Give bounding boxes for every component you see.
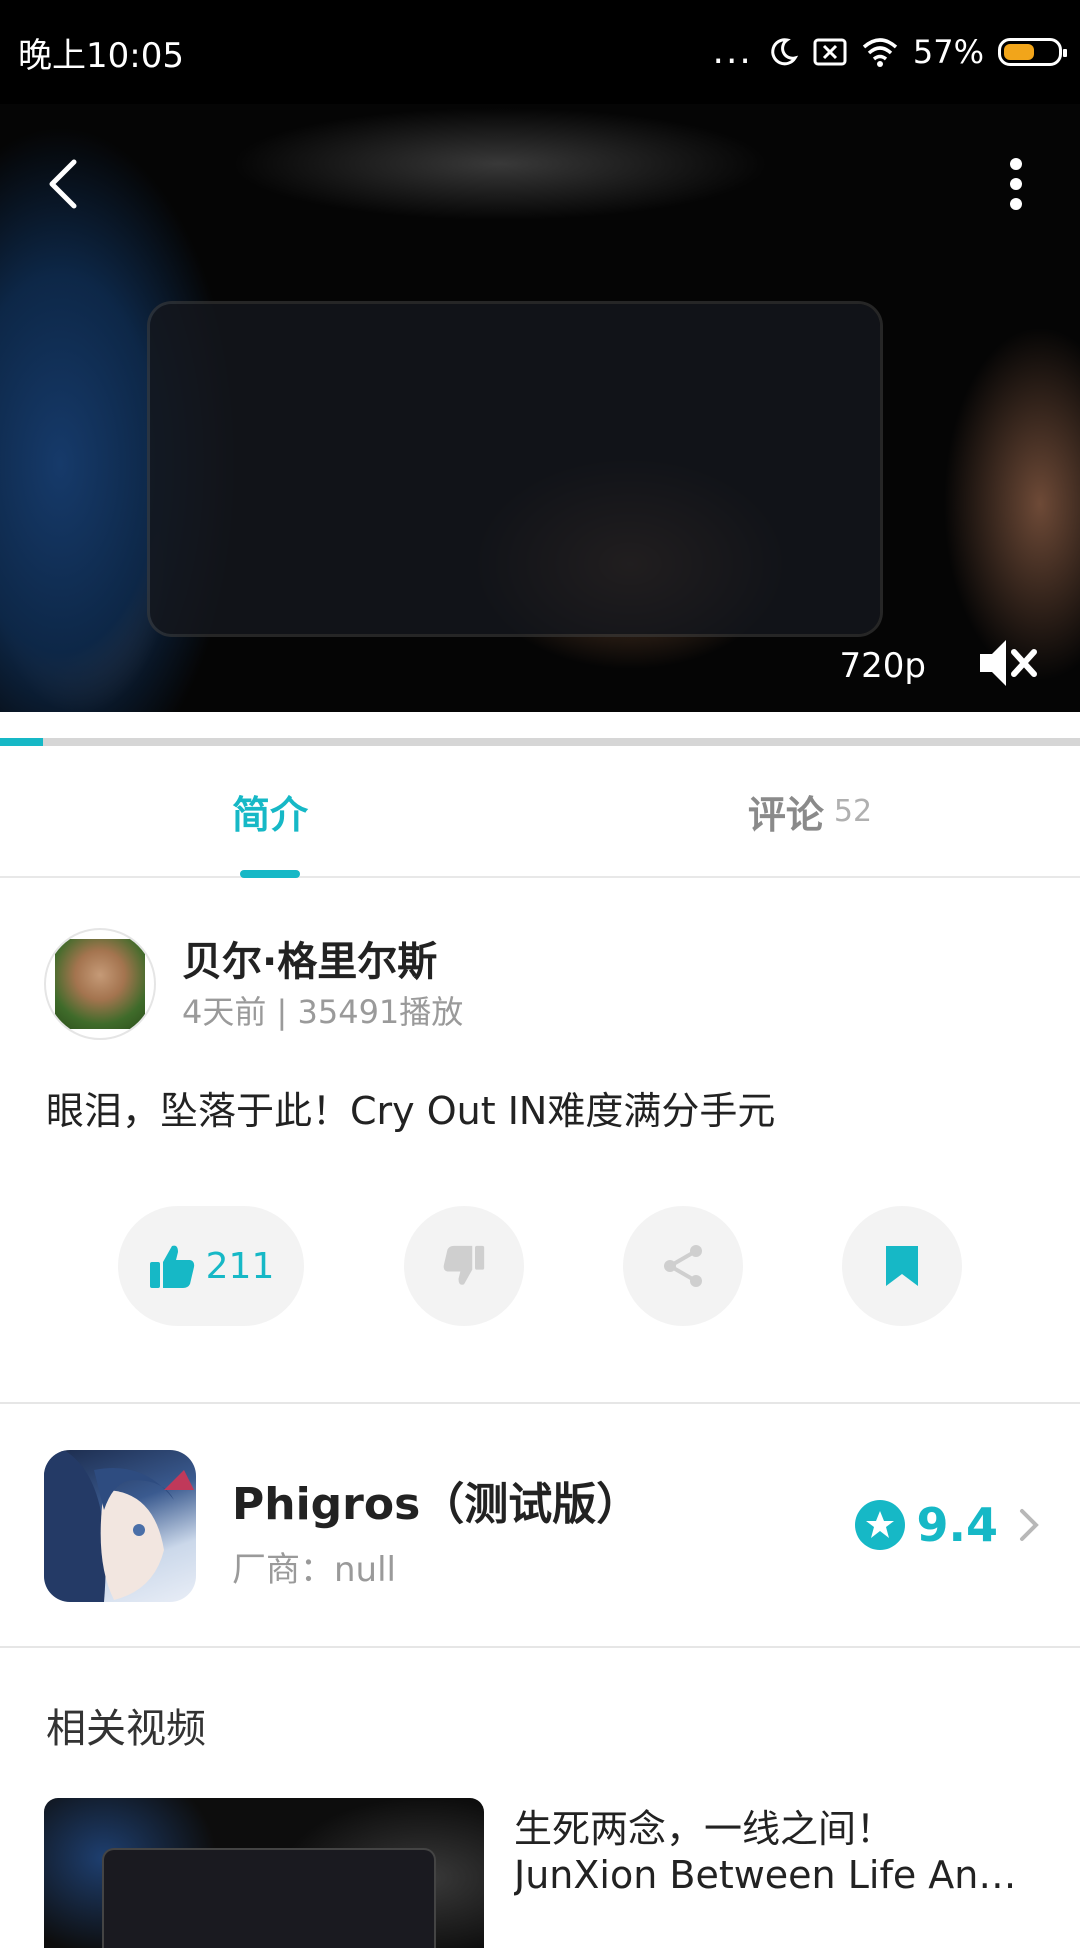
video-frame-content <box>150 304 880 634</box>
video-progress-bar[interactable] <box>0 738 1080 746</box>
video-title: 眼泪，坠落于此！Cry Out IN难度满分手元 <box>46 1089 776 1133</box>
back-button[interactable] <box>24 144 104 224</box>
related-videos-heading: 相关视频 <box>46 1706 206 1752</box>
more-button[interactable] <box>976 144 1056 224</box>
app-vendor: 厂商：null <box>232 1550 396 1590</box>
mute-icon <box>980 640 1037 686</box>
thumbs-down-icon <box>443 1245 485 1285</box>
back-arrow-icon <box>49 159 77 209</box>
more-dots-icon: ... <box>712 31 753 72</box>
battery-fill <box>1004 44 1034 60</box>
thumbs-up-icon <box>149 1245 194 1288</box>
status-time: 晚上10:05 <box>18 35 184 76</box>
author-row[interactable]: 贝尔·格里尔斯 4天前 | 35491播放 <box>44 926 1044 1042</box>
sim-off-icon <box>813 38 847 66</box>
comment-count: 52 <box>833 793 873 829</box>
moon-icon <box>771 38 799 66</box>
thumbnail-content <box>104 1850 434 1948</box>
more-vertical-icon <box>1010 158 1022 210</box>
app-icon[interactable] <box>44 1450 196 1602</box>
bookmark-icon <box>886 1246 918 1286</box>
related-video-thumbnail[interactable] <box>44 1798 484 1948</box>
quality-button[interactable]: 720p <box>840 646 926 686</box>
wifi-icon <box>862 38 898 67</box>
author-info: 贝尔·格里尔斯 4天前 | 35491播放 <box>182 934 463 1034</box>
app-card[interactable]: Phigros（测试版） 厂商：null 9.4 <box>0 1404 1080 1644</box>
author-name[interactable]: 贝尔·格里尔斯 <box>182 934 463 990</box>
avatar[interactable] <box>44 928 156 1040</box>
mute-button[interactable] <box>972 628 1042 698</box>
related-video-title-line2: JunXion Between Life And... <box>514 1853 1034 1897</box>
related-video-title[interactable]: 生死两念，一线之间！ JunXion Between Life And... <box>514 1806 1034 1898</box>
like-button[interactable]: 211 <box>118 1206 304 1326</box>
action-bar: 211 <box>0 1206 1080 1326</box>
post-meta: 4天前 | 35491播放 <box>182 993 464 1031</box>
app-name: Phigros（测试版） <box>232 1479 641 1530</box>
tab-bar: 简介 评论 52 <box>0 746 1080 878</box>
divider <box>0 1646 1080 1648</box>
tab-intro[interactable]: 简介 <box>0 746 540 878</box>
avatar-image <box>55 939 145 1029</box>
battery-icon <box>998 38 1067 66</box>
status-bar: 晚上10:05 ... 57% <box>0 0 1080 104</box>
video-progress-fill <box>0 738 44 746</box>
rating-value: 9.4 <box>916 1498 999 1552</box>
share-icon <box>664 1245 702 1287</box>
tab-intro-label: 简介 <box>231 792 308 837</box>
battery-percent: 57% <box>912 33 984 71</box>
share-button[interactable] <box>623 1206 743 1326</box>
tab-active-indicator <box>240 870 300 878</box>
like-count: 211 <box>205 1245 275 1287</box>
app-rating: 9.4 <box>854 1498 1041 1552</box>
star-icon <box>854 1500 905 1550</box>
status-icons: ... 57% <box>712 31 1067 72</box>
app-icon-artwork <box>44 1450 194 1602</box>
tab-comments-label: 评论 <box>747 792 824 837</box>
chevron-right-icon <box>1020 1509 1039 1541</box>
video-player[interactable]: 720p <box>0 104 1080 712</box>
related-video-title-line1: 生死两念，一线之间！ <box>514 1807 895 1851</box>
tab-comments[interactable]: 评论 52 <box>540 746 1080 876</box>
bookmark-button[interactable] <box>842 1206 962 1326</box>
dislike-button[interactable] <box>404 1206 524 1326</box>
